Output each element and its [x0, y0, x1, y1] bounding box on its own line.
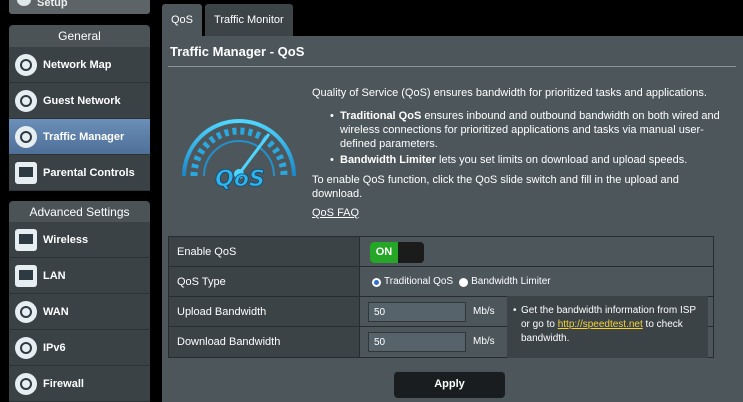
enable-qos-label: Enable QoS [169, 237, 360, 266]
sidebar-item-label: Guest Network [43, 94, 121, 107]
gauge-label: QoS [215, 167, 265, 191]
sidebar: Setup General Network Map Guest Network … [0, 0, 156, 402]
sidebar-item-label: Wireless [43, 233, 89, 246]
toggle-state: ON [370, 242, 398, 263]
apply-button[interactable]: Apply [394, 371, 505, 398]
speedometer-icon [15, 125, 37, 148]
traditional-qos-label[interactable]: Traditional QoS [384, 267, 453, 297]
sidebar-item-traffic-manager[interactable]: Traffic Manager [9, 119, 150, 155]
sidebar-item-firewall[interactable]: Firewall [9, 366, 150, 402]
qos-gauge-icon: QoS [182, 119, 296, 191]
download-bandwidth-input[interactable] [368, 332, 466, 352]
sidebar-item-guest-network[interactable]: Guest Network [9, 83, 150, 119]
monitor-icon [15, 264, 37, 287]
general-nav-group: Network Map Guest Network Traffic Manage… [9, 47, 150, 191]
tab-qos[interactable]: QoS [162, 4, 203, 36]
bandwidth-info-note: Get the bandwidth information from ISP o… [507, 296, 708, 358]
general-section-header: General [9, 25, 150, 47]
wifi-icon [15, 228, 37, 251]
qos-description: Quality of Service (QoS) ensures bandwid… [312, 86, 732, 201]
title-divider [168, 66, 736, 67]
toggle-knob [398, 242, 424, 263]
globe-icon [15, 53, 37, 76]
traditional-qos-radio[interactable] [372, 277, 381, 287]
ipv6-globe-icon [15, 336, 37, 359]
qos-type-label: QoS Type [169, 267, 360, 296]
sidebar-item-label: Firewall [43, 377, 84, 390]
advanced-section-header: Advanced Settings [9, 201, 150, 223]
sidebar-item-setup[interactable]: Setup [9, 0, 150, 14]
qos-bullet-list: Traditional QoS ensures inbound and outb… [330, 109, 732, 167]
upload-bandwidth-label: Upload Bandwidth [169, 297, 360, 326]
tab-traffic-monitor[interactable]: Traffic Monitor [205, 4, 293, 36]
speedtest-link[interactable]: http://speedtest.net [558, 319, 643, 330]
upload-bandwidth-input[interactable] [368, 302, 466, 322]
sidebar-item-parental-controls[interactable]: Parental Controls [9, 155, 150, 191]
enable-qos-toggle[interactable]: ON [370, 242, 424, 263]
download-unit: Mb/s [473, 336, 495, 347]
lock-icon [15, 161, 37, 184]
enable-hint: To enable QoS function, click the QoS sl… [312, 174, 679, 200]
table-row: Enable QoS ON [169, 237, 713, 267]
bullet-bandwidth-limiter: Bandwidth Limiter lets you set limits on… [330, 153, 732, 167]
bullet-traditional-qos: Traditional QoS ensures inbound and outb… [330, 109, 732, 151]
setup-icon [17, 0, 31, 6]
sidebar-item-label: Parental Controls [43, 166, 135, 179]
sidebar-item-label: Setup [37, 0, 68, 9]
advanced-nav-group: Wireless LAN WAN IPv6 Firewall [9, 222, 150, 402]
table-row: QoS Type Traditional QoS Bandwidth Limit… [169, 267, 713, 297]
download-bandwidth-label: Download Bandwidth [169, 327, 360, 357]
tab-bar: QoS Traffic Monitor [162, 0, 743, 36]
sidebar-item-label: WAN [43, 305, 69, 318]
page-title: Traffic Manager - QoS [170, 44, 305, 59]
main-panel: QoS Traffic Monitor Traffic Manager - Qo… [162, 0, 743, 402]
upload-unit: Mb/s [473, 306, 495, 317]
sidebar-item-label: IPv6 [43, 341, 66, 354]
sidebar-item-network-map[interactable]: Network Map [9, 47, 150, 83]
sidebar-item-wan[interactable]: WAN [9, 294, 150, 330]
sidebar-item-wireless[interactable]: Wireless [9, 222, 150, 258]
bandwidth-limiter-label[interactable]: Bandwidth Limiter [471, 267, 550, 297]
globe-icon [15, 300, 37, 323]
sidebar-item-ipv6[interactable]: IPv6 [9, 330, 150, 366]
sidebar-item-lan[interactable]: LAN [9, 258, 150, 294]
qos-intro: Quality of Service (QoS) ensures bandwid… [312, 87, 707, 99]
sidebar-item-label: LAN [43, 269, 66, 282]
qos-faq-link[interactable]: QoS FAQ [312, 207, 359, 219]
bandwidth-limiter-radio[interactable] [459, 277, 469, 287]
flame-icon [15, 372, 37, 395]
sidebar-item-label: Network Map [43, 58, 112, 71]
sidebar-item-label: Traffic Manager [43, 130, 125, 143]
guest-network-icon [15, 89, 37, 112]
